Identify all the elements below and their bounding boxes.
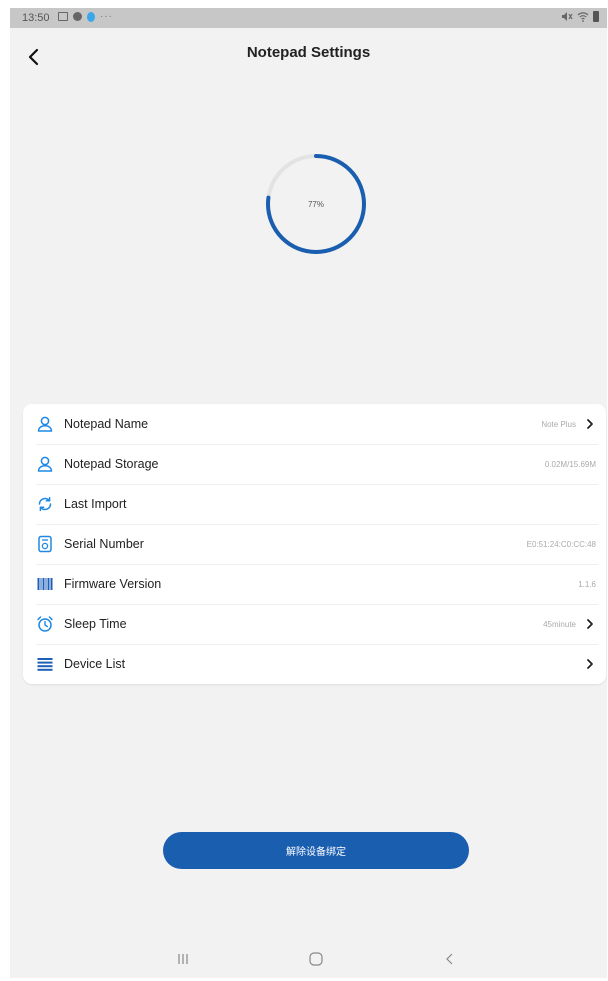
- chevron-right-icon: [587, 419, 593, 429]
- recent-apps-icon: [178, 954, 188, 964]
- sync-icon: [36, 495, 54, 513]
- notification-icon: [73, 12, 82, 21]
- nav-back-icon: [446, 953, 453, 965]
- settings-label: Notepad Storage: [64, 457, 159, 471]
- page-title: Notepad Settings: [246, 44, 371, 61]
- water-drop-icon: [87, 11, 95, 22]
- gallery-icon: [58, 12, 68, 21]
- settings-row-last-import: Last Import: [23, 484, 606, 524]
- more-notifications: ···: [100, 11, 113, 22]
- settings-row-sleep-time[interactable]: Sleep Time 45minute: [23, 604, 606, 644]
- settings-row-notepad-name[interactable]: Notepad Name Note Plus: [23, 404, 606, 444]
- settings-label: Serial Number: [64, 537, 144, 551]
- nav-back-button[interactable]: [434, 944, 464, 974]
- person-icon: [36, 415, 54, 433]
- settings-row-serial-number: Serial Number E0:51:24:C0:CC:48: [23, 524, 606, 564]
- settings-label: Sleep Time: [64, 617, 127, 631]
- settings-value: Note Plus: [541, 419, 576, 429]
- list-icon: [36, 655, 54, 673]
- settings-row-firmware-version: Firmware Version 1.1.6: [23, 564, 606, 604]
- status-notification-icons: ···: [58, 11, 113, 22]
- battery-icon: [593, 11, 599, 22]
- settings-value: 1.1.6: [578, 579, 596, 589]
- phone-screen: 13:50 ··· Notepad Settings 77% Notepad N…: [10, 8, 607, 978]
- recent-apps-button[interactable]: [168, 944, 198, 974]
- status-time: 13:50: [22, 12, 50, 24]
- settings-row-device-list[interactable]: Device List: [23, 644, 606, 684]
- storage-progress-ring: 77%: [262, 150, 370, 258]
- settings-label: Notepad Name: [64, 417, 149, 431]
- chevron-right-icon: [587, 619, 593, 629]
- progress-percent-label: 77%: [307, 199, 324, 209]
- settings-label: Firmware Version: [64, 577, 162, 591]
- settings-row-notepad-storage: Notepad Storage 0.02M/15.69M: [23, 444, 606, 484]
- system-nav-bar: [10, 938, 607, 978]
- chevron-right-icon: [587, 659, 593, 669]
- mute-icon: [562, 12, 573, 21]
- wifi-icon: [577, 12, 589, 22]
- settings-label: Last Import: [64, 497, 127, 511]
- settings-card: Notepad Name Note Plus Notepad Storage 0…: [23, 404, 606, 684]
- home-icon: [309, 952, 323, 966]
- settings-value: 0.02M/15.69M: [544, 459, 596, 469]
- settings-value: 45minute: [543, 619, 576, 629]
- person-icon: [36, 455, 54, 473]
- settings-label: Device List: [64, 657, 126, 671]
- home-button[interactable]: [301, 944, 331, 974]
- status-bar: 13:50 ···: [10, 8, 607, 28]
- unbind-device-button[interactable]: 解除设备绑定: [163, 832, 469, 869]
- status-system-icons: [561, 11, 599, 22]
- device-icon: [36, 535, 54, 553]
- barcode-icon: [36, 575, 54, 593]
- alarm-clock-icon: [36, 615, 54, 633]
- settings-value: E0:51:24:C0:CC:48: [526, 539, 596, 549]
